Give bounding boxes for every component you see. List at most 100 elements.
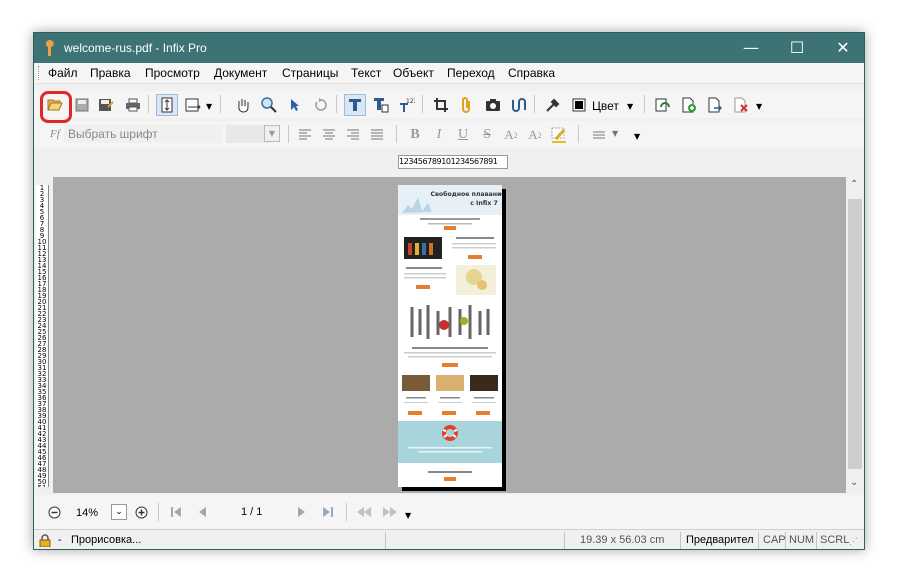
menu-view[interactable]: Просмотр [145,66,200,80]
scroll-thumb[interactable] [848,199,862,469]
camera-icon [486,99,500,111]
fit-dropdown-arrow-icon[interactable]: ▼ [206,102,212,111]
close-button[interactable]: ✕ [820,33,864,63]
eyedropper-button[interactable] [542,94,564,116]
strikethrough-button[interactable]: S [476,124,498,146]
hand-tool-button[interactable] [232,94,254,116]
format-more-dropdown-icon[interactable]: ▼ [634,132,640,141]
align-right-icon [347,129,359,140]
line-spacing-dropdown-icon[interactable]: ▼ [612,129,618,138]
crop-button[interactable] [430,94,452,116]
forward-icon[interactable] [382,506,398,518]
toolbar-separator [578,125,579,143]
image-product-3 [470,375,498,391]
add-page-button[interactable] [678,94,700,116]
menu-help[interactable]: Справка [508,66,555,80]
horizontal-ruler: 123456789101234567891 [398,155,508,169]
fit-height-button[interactable] [156,94,178,116]
page-indicator[interactable]: 1 / 1 [241,506,262,518]
first-page-icon[interactable] [170,506,182,518]
zoom-dropdown-icon[interactable]: ⌄ [111,504,127,520]
delete-page-button[interactable] [730,94,752,116]
toolbar-separator [336,95,337,113]
app-logo-icon [45,40,54,56]
save-as-button[interactable] [95,94,117,116]
underline-button[interactable]: U [452,124,474,146]
color-dropdown-arrow-icon[interactable]: ▼ [627,102,633,111]
font-size-dropdown-icon[interactable]: ▼ [264,125,280,142]
rotate-button[interactable] [310,94,332,116]
minimize-button[interactable]: — [728,33,774,63]
highlight-button[interactable] [548,124,570,146]
numbering-button[interactable]: 123 [396,94,418,116]
print-button[interactable] [122,94,144,116]
toolbar-separator [288,125,289,143]
snapshot-button[interactable] [482,94,504,116]
vertical-ruler: 1 2 3 4 5 6 7 8 9 10 11 12 13 14 15 16 17 18 19 20 21 22 23 24 2… [36,185,49,487]
scroll-down-icon[interactable]: ⌄ [850,477,858,488]
font-select[interactable]: Выбрать шрифт [64,125,222,143]
menu-edit[interactable]: Правка [90,66,131,80]
superscript-button[interactable]: A2 [500,124,522,146]
convert-button[interactable] [652,94,674,116]
menu-file[interactable]: Файл [48,66,78,80]
justify-icon [371,129,383,140]
status-dimensions: 19.39 x 56.03 cm [580,534,665,546]
toolbar-separator [396,125,397,143]
back-icon[interactable] [356,506,372,518]
vertical-scrollbar[interactable]: ⌃ ⌄ [846,177,864,493]
zoom-level[interactable]: 14% [76,507,98,519]
pages-dropdown-arrow-icon[interactable]: ▼ [756,102,762,111]
rotate-icon [315,98,327,111]
italic-button[interactable]: I [428,124,450,146]
fit-width-button[interactable] [182,94,204,116]
link-button[interactable] [456,94,478,116]
line-spacing-button[interactable] [588,124,610,146]
status-divider [385,532,386,549]
select-tool-button[interactable] [284,94,306,116]
next-page-icon[interactable] [296,506,308,518]
menu-object[interactable]: Объект [393,66,434,80]
last-page-icon[interactable] [322,506,334,518]
align-right-button[interactable] [342,124,364,146]
pdf-page[interactable]: Свободное плавание с Infix 7 [398,185,506,487]
status-message: Прорисовка... [71,534,142,546]
maximize-button[interactable]: ☐ [774,33,820,63]
title-bar: welcome-rus.pdf - Infix Pro — ☐ ✕ [34,33,864,63]
fit-height-icon [161,97,173,113]
nav-more-dropdown-icon[interactable]: ▼ [405,511,411,520]
toolbar-separator [346,503,347,521]
color-swatch-button[interactable] [568,94,590,116]
scroll-up-icon[interactable]: ⌃ [850,179,858,190]
extract-page-button[interactable] [704,94,726,116]
align-left-button[interactable] [294,124,316,146]
align-center-button[interactable] [318,124,340,146]
text-box-icon [374,98,389,113]
previous-page-icon[interactable] [196,506,208,518]
menu-text[interactable]: Текст [351,66,381,80]
save-button[interactable] [71,94,93,116]
resize-grip-icon[interactable]: ⋰ [849,536,858,547]
zoom-out-icon[interactable] [48,506,61,519]
toolbar-separator [148,95,149,113]
crop-icon [434,98,448,112]
menu-document[interactable]: Документ [214,66,267,80]
status-divider [816,532,817,549]
zoom-tool-button[interactable] [258,94,280,116]
open-button-highlight [40,91,72,123]
text-tool-button[interactable] [344,94,366,116]
menu-pages[interactable]: Страницы [282,66,338,80]
numbering-icon: 123 [400,98,415,112]
status-divider [680,532,681,549]
bold-button[interactable]: B [404,124,426,146]
color-swatch-icon [572,98,586,112]
line-spacing-icon [593,131,605,139]
justify-button[interactable] [366,124,388,146]
color-label[interactable]: Цвет [592,99,619,113]
subscript-button[interactable]: A2 [524,124,546,146]
menu-goto[interactable]: Переход [447,66,495,80]
zoom-in-icon[interactable] [135,506,148,519]
menu-grip [38,66,42,80]
text-box-button[interactable] [370,94,392,116]
text-flow-button[interactable] [508,94,530,116]
